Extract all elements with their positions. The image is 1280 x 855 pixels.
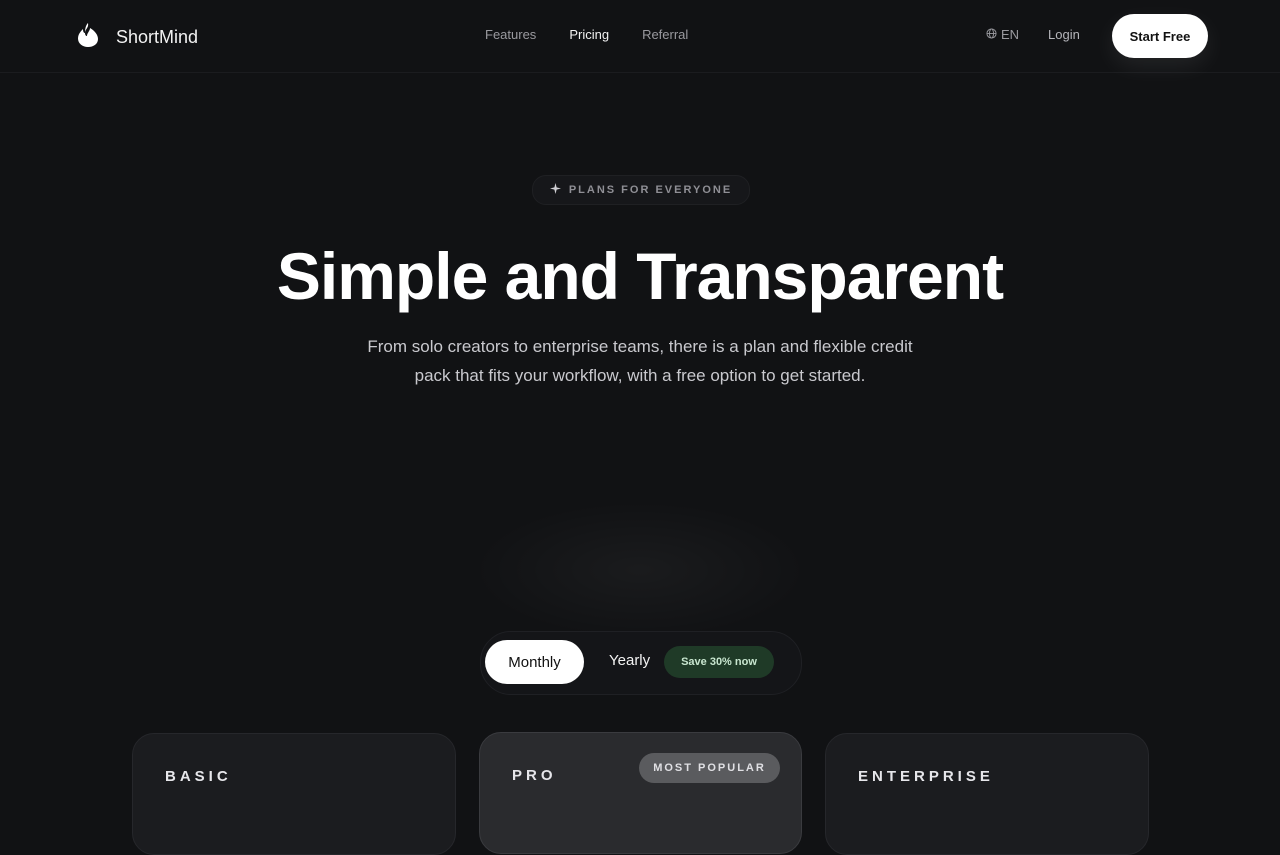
- brand[interactable]: ShortMind: [76, 22, 198, 53]
- plan-card-enterprise[interactable]: ENTERPRISE: [825, 733, 1149, 855]
- background-glow: [470, 500, 810, 640]
- top-nav: ShortMind Features Pricing Referral EN L…: [0, 0, 1280, 73]
- language-selector[interactable]: EN: [986, 27, 1019, 42]
- save-badge: Save 30% now: [664, 646, 774, 678]
- hero-subtitle-line-1: From solo creators to enterprise teams, …: [367, 337, 913, 356]
- plan-name: BASIC: [165, 768, 232, 785]
- monthly-option[interactable]: Monthly: [485, 640, 584, 684]
- login-link[interactable]: Login: [1048, 27, 1080, 42]
- nav-link-features[interactable]: Features: [485, 27, 536, 42]
- plan-name: PRO: [512, 767, 557, 784]
- nav-links: Features Pricing Referral: [485, 27, 688, 42]
- start-free-button[interactable]: Start Free: [1112, 14, 1208, 58]
- hero-subtitle-line-2: pack that fits your workflow, with a fre…: [414, 366, 866, 385]
- billing-toggle: Monthly Yearly Save 30% now: [480, 631, 802, 695]
- sparkle-icon: [549, 183, 561, 197]
- nav-link-pricing[interactable]: Pricing: [569, 27, 609, 42]
- brand-name: ShortMind: [116, 27, 199, 47]
- most-popular-badge: MOST POPULAR: [639, 753, 780, 783]
- hero-subtitle: From solo creators to enterprise teams, …: [340, 332, 940, 390]
- plan-card-basic[interactable]: BASIC: [132, 733, 456, 855]
- page-title: Simple and Transparent: [276, 239, 1004, 313]
- flame-logo-icon: [76, 22, 100, 53]
- plans-badge: PLANS FOR EVERYONE: [532, 175, 750, 205]
- yearly-option[interactable]: Yearly: [609, 652, 650, 669]
- globe-icon: [986, 27, 997, 42]
- nav-link-referral[interactable]: Referral: [642, 27, 688, 42]
- plans-badge-label: PLANS FOR EVERYONE: [568, 184, 733, 196]
- plan-card-pro[interactable]: PRO MOST POPULAR: [479, 732, 802, 854]
- plan-name: ENTERPRISE: [858, 768, 994, 785]
- language-label: EN: [1001, 27, 1020, 42]
